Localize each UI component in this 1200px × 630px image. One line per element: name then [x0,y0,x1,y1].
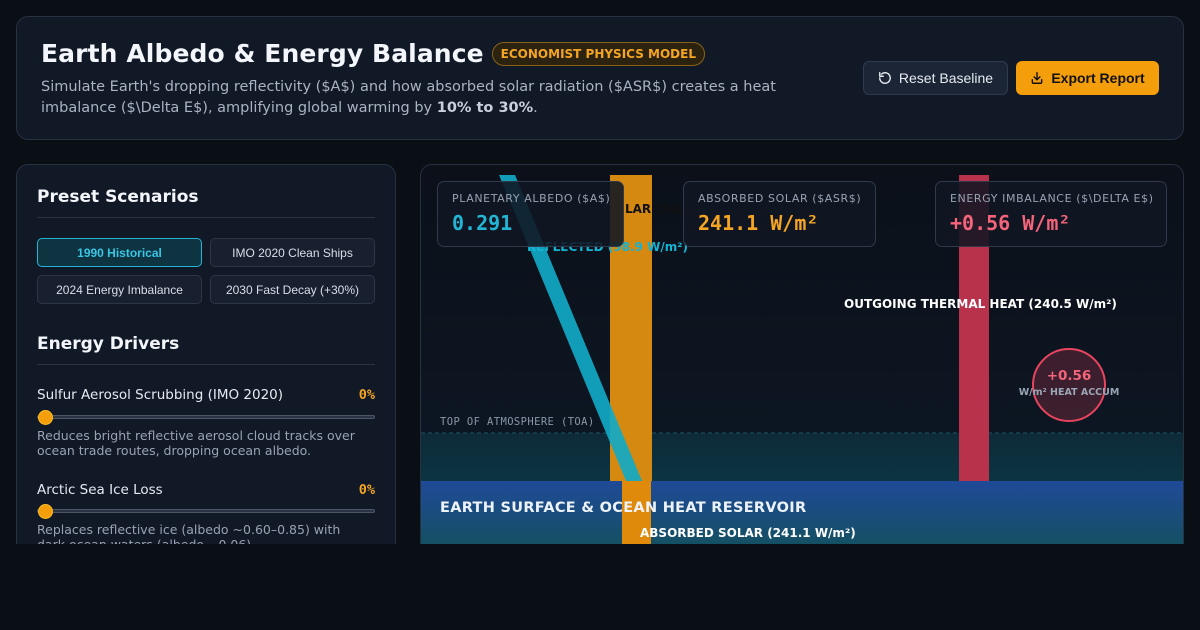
export-label: Export Report [1051,70,1145,86]
download-icon [1031,72,1043,84]
driver-aerosol-value: 0% [358,387,375,403]
driver-sea-ice-label: Arctic Sea Ice Loss [37,482,163,498]
toa-label: TOP OF ATMOSPHERE (TOA) [440,416,595,428]
incoming-solar-label: LAR (340 [625,202,686,216]
page-subtitle: Simulate Earth's dropping reflectivity (… [41,77,781,119]
driver-sea-ice-slider[interactable] [37,509,375,513]
title-row: Earth Albedo & Energy Balance ECONOMIST … [41,39,705,68]
subtitle-text: Simulate Earth's dropping reflectivity (… [41,79,776,116]
model-badge: ECONOMIST PHYSICS MODEL [491,41,705,66]
preset-2024-imbalance[interactable]: 2024 Energy Imbalance [37,275,202,304]
subtitle-end: . [533,100,538,116]
driver-aerosol-label: Sulfur Aerosol Scrubbing (IMO 2020) [37,387,284,403]
energy-flow-visualization: LAR (340 REFLECTED (98.9 W/m²) PLANETARY… [420,164,1184,544]
driver-aerosol-slider-thumb[interactable] [38,410,53,425]
reset-label: Reset Baseline [898,70,994,86]
rotate-ccw-icon [878,72,891,84]
subtitle-highlight: 10% to 30% [436,100,534,116]
surface-label: EARTH SURFACE & OCEAN HEAT RESERVOIR [440,500,807,516]
absorbed-solar-label: ABSORBED SOLAR (241.1 W/m²) [640,526,856,540]
atmosphere-band [421,433,1183,481]
outgoing-thermal-label: OUTGOING THERMAL HEAT (240.5 W/m²) [844,297,1117,311]
presets-title: Preset Scenarios [37,187,199,207]
heat-accumulation-label: W/m² HEAT ACCUM [1018,387,1120,398]
imbalance-metric-card: ENERGY IMBALANCE ($\DELTA E$) +0.56 W/m² [935,181,1167,247]
imbalance-label: ENERGY IMBALANCE ($\DELTA E$) [950,192,1154,205]
driver-sea-ice-slider-thumb[interactable] [38,504,53,519]
controls-panel: Preset Scenarios 1990 Historical IMO 202… [16,164,396,544]
asr-metric-card: ABSORBED SOLAR ($ASR$) 241.1 W/m² [683,181,876,247]
header-card: Earth Albedo & Energy Balance ECONOMIST … [16,16,1184,140]
preset-imo-2020[interactable]: IMO 2020 Clean Ships [210,238,375,267]
albedo-metric-card: PLANETARY ALBEDO ($A$) 0.291 [437,181,624,247]
drivers-title: Energy Drivers [37,334,180,354]
imbalance-value: +0.56 W/m² [950,211,1071,235]
heat-accumulation-value: +0.56 [1046,368,1092,384]
export-report-button[interactable]: Export Report [1016,61,1159,95]
reset-baseline-button[interactable]: Reset Baseline [863,61,1008,95]
driver-sea-ice-value: 0% [358,482,375,498]
albedo-value: 0.291 [452,211,513,235]
preset-1990-historical[interactable]: 1990 Historical [37,238,202,267]
preset-2030-fast-decay[interactable]: 2030 Fast Decay (+30%) [210,275,375,304]
presets-divider [37,217,375,218]
albedo-label: PLANETARY ALBEDO ($A$) [452,192,611,205]
heat-accumulation-indicator [1032,348,1106,422]
driver-aerosol-slider[interactable] [37,415,375,419]
asr-label: ABSORBED SOLAR ($ASR$) [698,192,862,205]
drivers-divider [37,364,375,365]
driver-sea-ice-description: Replaces reflective ice (albedo ~0.60–0.… [37,522,341,544]
page-title: Earth Albedo & Energy Balance [41,39,484,68]
asr-value: 241.1 W/m² [698,211,819,235]
driver-aerosol-description: Reduces bright reflective aerosol cloud … [37,428,355,458]
